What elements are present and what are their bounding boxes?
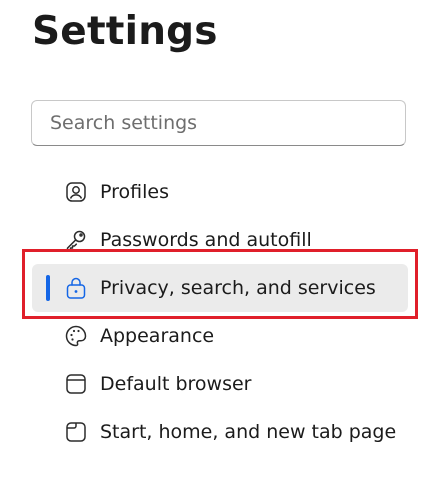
page-title: Settings — [32, 9, 218, 54]
sidebar-item-label: Default browser — [100, 373, 252, 395]
settings-nav: Profiles Passwords and autofill Privacy,… — [32, 168, 408, 456]
sidebar-item-label: Appearance — [100, 325, 215, 347]
sidebar-item-label: Profiles — [100, 181, 169, 203]
sidebar-item-default-browser[interactable]: Default browser — [32, 360, 408, 408]
browser-icon — [64, 372, 88, 396]
palette-icon — [64, 324, 88, 348]
sidebar-item-appearance[interactable]: Appearance — [32, 312, 408, 360]
selected-indicator — [46, 275, 50, 301]
search-input[interactable] — [32, 101, 405, 145]
sidebar-item-privacy[interactable]: Privacy, search, and services — [32, 264, 408, 312]
sidebar-item-start-home[interactable]: Start, home, and new tab page — [32, 408, 408, 456]
sidebar-item-label: Start, home, and new tab page — [100, 421, 397, 443]
settings-page: Settings Profiles Passwor — [0, 0, 445, 477]
sidebar-item-label: Passwords and autofill — [100, 229, 312, 251]
sidebar-item-profiles[interactable]: Profiles — [32, 168, 408, 216]
profile-icon — [64, 180, 88, 204]
sidebar-item-label: Privacy, search, and services — [100, 277, 376, 299]
sidebar-item-passwords[interactable]: Passwords and autofill — [32, 216, 408, 264]
home-page-icon — [64, 420, 88, 444]
search-box[interactable] — [31, 100, 406, 146]
key-icon — [64, 228, 88, 252]
lock-icon — [64, 276, 88, 300]
